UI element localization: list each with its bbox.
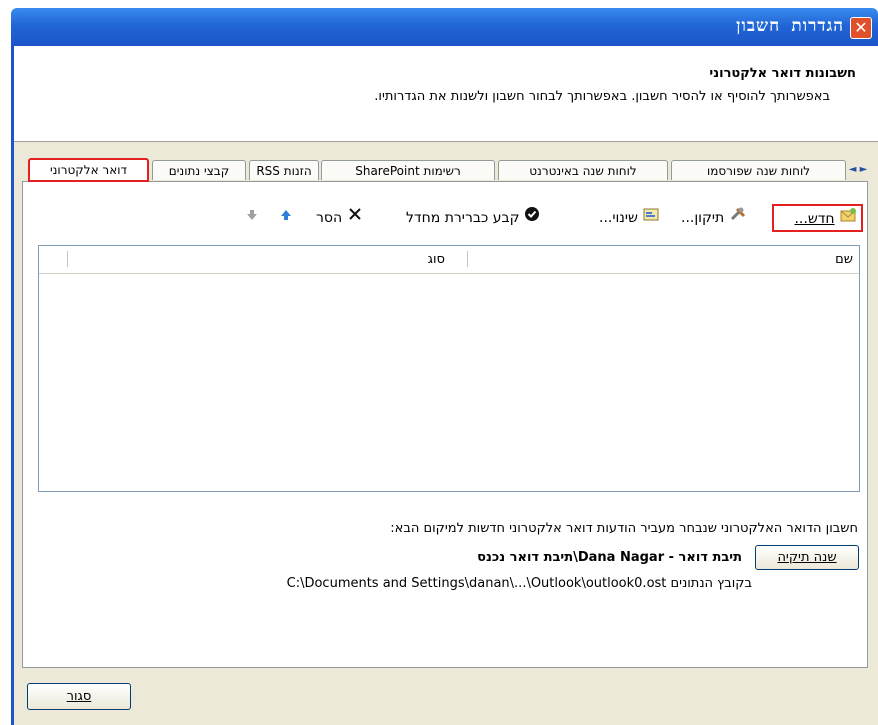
header-title: חשבונות דואר אלקטרוני bbox=[709, 66, 856, 81]
close-icon[interactable]: ✕ bbox=[850, 17, 872, 39]
arrow-up-icon bbox=[280, 205, 292, 231]
tab-published-calendars[interactable]: לוחות שנה שפורסמו bbox=[671, 160, 846, 180]
remove-button[interactable]: הסר bbox=[316, 205, 363, 231]
column-name[interactable]: שם bbox=[835, 246, 853, 273]
tab-scroll-arrows[interactable]: ◄ ► bbox=[848, 162, 868, 178]
close-label: סגור bbox=[66, 689, 92, 704]
new-button[interactable]: חדש... bbox=[772, 204, 863, 232]
data-file-path: בקובץ הנתונים C:\Documents and Settings\… bbox=[287, 576, 752, 591]
remove-label: הסר bbox=[316, 210, 343, 226]
change-label: שינוי... bbox=[599, 210, 638, 226]
path-prefix: בקובץ הנתונים bbox=[670, 576, 752, 591]
set-default-label: קבע כברירת מחדל bbox=[406, 210, 520, 226]
desktop-strip bbox=[0, 0, 878, 8]
delivery-description: חשבון הדואר האלקטרוני שנבחר מעביר הודעות… bbox=[390, 521, 858, 536]
tab-strip: דואר אלקטרוני קבצי נתונים הזנות RSS רשימ… bbox=[22, 158, 868, 182]
repair-label: תיקון... bbox=[681, 210, 725, 226]
tab-internet-calendars[interactable]: לוחות שנה באינטרנט bbox=[498, 160, 668, 180]
column-divider[interactable] bbox=[467, 251, 468, 267]
dialog-header: חשבונות דואר אלקטרוני באפשרותך להוסיף או… bbox=[14, 46, 878, 142]
path-value: C:\Documents and Settings\danan\...\Outl… bbox=[286, 576, 667, 591]
new-label: חדש... bbox=[794, 211, 835, 227]
title-bar: הגדרות חשבון ✕ bbox=[11, 8, 878, 46]
arrow-down-icon bbox=[246, 205, 258, 231]
tab-rss-feeds[interactable]: הזנות RSS bbox=[249, 160, 319, 180]
column-type[interactable]: סוג bbox=[428, 246, 445, 273]
change-settings-icon bbox=[642, 205, 660, 231]
delivery-location: תיבת דואר - Dana Nagar\תיבת דואר נכנס bbox=[477, 550, 742, 565]
change-button[interactable]: שינוי... bbox=[599, 205, 660, 231]
move-down-button bbox=[246, 205, 258, 231]
change-folder-button[interactable]: שנה תיקיה bbox=[755, 545, 859, 570]
tools-icon bbox=[729, 205, 747, 231]
move-up-button[interactable] bbox=[280, 205, 292, 231]
change-folder-label: שנה תיקיה bbox=[777, 550, 837, 565]
header-description: באפשרותך להוסיף או להסיר חשבון. באפשרותך… bbox=[374, 89, 830, 104]
remove-x-icon bbox=[347, 205, 363, 231]
list-header: שם סוג bbox=[39, 246, 859, 274]
tab-data-files[interactable]: קבצי נתונים bbox=[152, 160, 246, 180]
tab-email[interactable]: דואר אלקטרוני bbox=[28, 158, 149, 182]
tab-sharepoint-lists[interactable]: רשימות SharePoint bbox=[321, 160, 495, 180]
window-title: הגדרות חשבון bbox=[736, 16, 844, 36]
column-divider[interactable] bbox=[67, 251, 68, 267]
checkmark-icon bbox=[524, 205, 540, 231]
close-button[interactable]: סגור bbox=[27, 683, 131, 710]
accounts-list[interactable]: שם סוג bbox=[38, 245, 860, 492]
new-account-icon bbox=[839, 206, 857, 232]
repair-button[interactable]: תיקון... bbox=[681, 205, 747, 231]
set-default-button[interactable]: קבע כברירת מחדל bbox=[406, 205, 540, 231]
